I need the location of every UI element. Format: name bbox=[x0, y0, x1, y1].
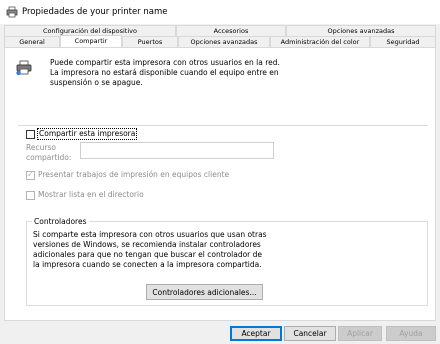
tab-puertos[interactable]: Puertos bbox=[122, 36, 178, 47]
list-directory-label: Mostrar lista en el directorio bbox=[38, 190, 144, 199]
tab-label: Opciones avanzadas bbox=[327, 27, 395, 35]
drivers-group-title: Controladores bbox=[32, 217, 89, 227]
render-jobs-checkbox[interactable]: ✓ Presentar trabajos de impresión en equ… bbox=[26, 170, 229, 180]
checkbox-box[interactable] bbox=[26, 129, 35, 139]
tab-label: Compartir bbox=[74, 37, 108, 45]
tab-accesorios[interactable]: Accesorios bbox=[176, 25, 286, 36]
tab-compartir[interactable]: Compartir bbox=[60, 35, 122, 47]
tab-seguridad[interactable]: Seguridad bbox=[370, 36, 436, 47]
share-printer-checkbox[interactable]: Compartir esta impresora bbox=[26, 128, 138, 140]
cancel-button[interactable]: Cancelar bbox=[284, 326, 336, 341]
printer-icon bbox=[6, 6, 18, 18]
checkbox-box[interactable] bbox=[26, 190, 35, 200]
separator bbox=[18, 125, 428, 126]
additional-drivers-button[interactable]: Controladores adicionales... bbox=[146, 284, 263, 300]
share-printer-label: Compartir esta impresora bbox=[36, 128, 138, 140]
tab-label: General bbox=[19, 38, 45, 46]
tab-administracion-color[interactable]: Administración del color bbox=[270, 36, 370, 47]
sharing-info-text: Puede compartir esta impresora con otros… bbox=[50, 58, 280, 87]
tab-label: Accesorios bbox=[213, 27, 249, 35]
tab-label: Seguridad bbox=[386, 38, 420, 46]
drivers-description: Si comparte esta impresora con otros usu… bbox=[33, 230, 267, 269]
help-button[interactable]: Ayuda bbox=[386, 326, 436, 341]
tab-label: Configuración del dispositivo bbox=[43, 27, 137, 35]
share-name-label: Recurso compartido: bbox=[26, 143, 72, 162]
checkmark-icon: ✓ bbox=[27, 169, 34, 179]
window-title: Propiedades de your printer name bbox=[22, 7, 168, 17]
apply-button[interactable]: Aplicar bbox=[338, 326, 382, 341]
tab-label: Opciones avanzadas bbox=[190, 38, 258, 46]
tab-label: Puertos bbox=[137, 38, 163, 46]
list-directory-checkbox[interactable]: Mostrar lista en el directorio bbox=[26, 190, 144, 200]
render-jobs-label: Presentar trabajos de impresión en equip… bbox=[38, 170, 230, 179]
tab-opciones-avanzadas-1[interactable]: Opciones avanzadas bbox=[286, 25, 436, 36]
ok-button[interactable]: Aceptar bbox=[230, 326, 282, 341]
checkbox-box[interactable]: ✓ bbox=[26, 169, 35, 180]
share-name-input[interactable] bbox=[80, 142, 274, 159]
shared-printer-icon bbox=[16, 60, 32, 76]
tab-label: Administración del color bbox=[280, 38, 360, 46]
tab-opciones-avanzadas-2[interactable]: Opciones avanzadas bbox=[178, 36, 270, 47]
title-bar: Propiedades de your printer name bbox=[0, 0, 440, 24]
tab-general[interactable]: General bbox=[4, 36, 60, 47]
